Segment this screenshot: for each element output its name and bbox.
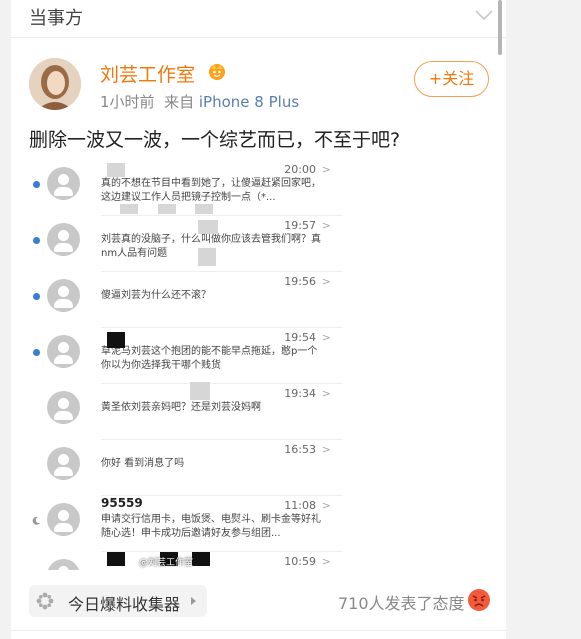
post-meta: 1小时前 来自 iPhone 8 Plus xyxy=(100,91,299,112)
message-time: 19:57 xyxy=(284,219,316,232)
post-text: 删除一波又一波，一个综艺而已，不至于吧? xyxy=(29,129,401,151)
weibo-post-card: 当事方 刘芸工作室 1小时前 来自 iPhone 8 Plus +关注 删除一波… xyxy=(11,0,506,639)
avatar[interactable] xyxy=(29,58,81,110)
contact-avatar xyxy=(47,447,80,480)
chevron-right-icon: > xyxy=(321,387,331,400)
vip-crown-icon xyxy=(209,64,225,80)
post-device[interactable]: iPhone 8 Plus xyxy=(199,93,299,111)
chevron-right-icon: > xyxy=(321,219,331,232)
watermark: @刘芸工作室 xyxy=(139,558,194,568)
censor-block xyxy=(195,204,213,214)
message-time: 19:54 xyxy=(284,331,316,344)
unread-dot xyxy=(33,181,40,188)
topic-chip[interactable]: 今日爆料收集器 xyxy=(29,585,207,617)
chevron-right-icon: > xyxy=(321,331,331,344)
message-item: 16:53 > 你好 看到消息了吗 xyxy=(30,440,343,496)
post-source-label: 来自 xyxy=(164,93,195,111)
topic-chip-label: 今日爆料收集器 xyxy=(68,595,181,614)
contact-avatar xyxy=(47,559,80,570)
censor-block xyxy=(107,163,125,177)
divider xyxy=(11,630,506,631)
unread-dot xyxy=(33,349,40,356)
contact-avatar xyxy=(47,279,80,312)
topic-header: 当事方 xyxy=(11,0,506,38)
censor-block xyxy=(107,332,125,348)
message-preview: 申请交行信用卡，电饭煲、电熨斗、刷卡金等好礼随心选！申卡成功后邀请好友参与组团.… xyxy=(101,514,321,539)
censor-block xyxy=(107,552,125,566)
pinwheel-icon xyxy=(36,592,54,610)
message-time: 11:08 xyxy=(284,499,316,512)
chevron-right-icon: > xyxy=(321,555,331,568)
scrollbar[interactable] xyxy=(498,0,502,55)
message-item: 95559 11:08 > 申请交行信用卡，电饭煲、电熨斗、刷卡金等好礼随心选！… xyxy=(30,496,343,552)
message-time: 16:53 xyxy=(284,443,316,456)
reaction-count[interactable]: 710人发表了态度 xyxy=(338,590,465,614)
message-item: 19:56 > 傻逼刘芸为什么还不滚？ xyxy=(30,272,343,328)
contact-avatar xyxy=(47,167,80,200)
message-time: 20:00 xyxy=(284,163,316,176)
message-item: 19:57 > 刘芸真的没脑子，什么叫做你应该去管我们啊？真nm人品有问题 xyxy=(30,216,343,272)
triangle-right-icon xyxy=(191,597,196,605)
contact-avatar xyxy=(47,391,80,424)
topic-title: 当事方 xyxy=(29,8,83,29)
follow-button[interactable]: +关注 xyxy=(414,61,489,97)
message-item: 19:34 > 黄圣依刘芸亲妈吧？还是刘芸没妈啊 xyxy=(30,384,343,440)
message-time: 19:56 xyxy=(284,275,316,288)
message-item: 20:00 > 真的不想在节目中看到她了，让傻逼赶紧回家吧，这边建议工作人员把镜… xyxy=(30,160,343,216)
sms-screenshot[interactable]: 20:00 > 真的不想在节目中看到她了，让傻逼赶紧回家吧，这边建议工作人员把镜… xyxy=(30,160,343,570)
contact-avatar xyxy=(47,503,80,536)
chevron-right-icon: > xyxy=(321,163,331,176)
censor-block xyxy=(198,220,218,234)
unread-dot xyxy=(33,293,40,300)
message-preview: 傻逼刘芸为什么还不滚？ xyxy=(101,290,211,301)
chevron-right-icon: > xyxy=(321,275,331,288)
moon-icon xyxy=(32,516,40,525)
censor-block xyxy=(198,248,216,266)
chevron-right-icon: > xyxy=(321,443,331,456)
chevron-right-icon: > xyxy=(321,499,331,512)
contact-avatar xyxy=(47,335,80,368)
message-sender: 95559 xyxy=(101,496,143,510)
message-preview: 黄圣依刘芸亲妈吧？还是刘芸没妈啊 xyxy=(101,402,261,413)
chevron-down-icon[interactable] xyxy=(474,8,494,22)
angry-face-icon[interactable] xyxy=(467,588,491,612)
author-name[interactable]: 刘芸工作室 xyxy=(100,60,195,87)
contact-avatar xyxy=(47,223,80,256)
message-preview: 真的不想在节目中看到她了，让傻逼赶紧回家吧，这边建议工作人员把镜子控制一点（*.… xyxy=(101,178,321,203)
post-time: 1小时前 xyxy=(100,93,155,111)
censor-block xyxy=(190,382,210,400)
message-time: 10:59 xyxy=(284,555,316,568)
message-preview: 草泥马刘芸这个抱团的能不能早点拖延，憨p一个你以为你选择我干哪个贱货 xyxy=(101,346,318,371)
censor-block xyxy=(120,204,138,214)
message-item: 19:54 > 草泥马刘芸这个抱团的能不能早点拖延，憨p一个你以为你选择我干哪个… xyxy=(30,328,343,384)
censor-block xyxy=(192,552,210,566)
unread-dot xyxy=(33,237,40,244)
message-preview: 你好 看到消息了吗 xyxy=(101,458,185,469)
censor-block xyxy=(158,204,176,214)
message-time: 19:34 xyxy=(284,387,316,400)
